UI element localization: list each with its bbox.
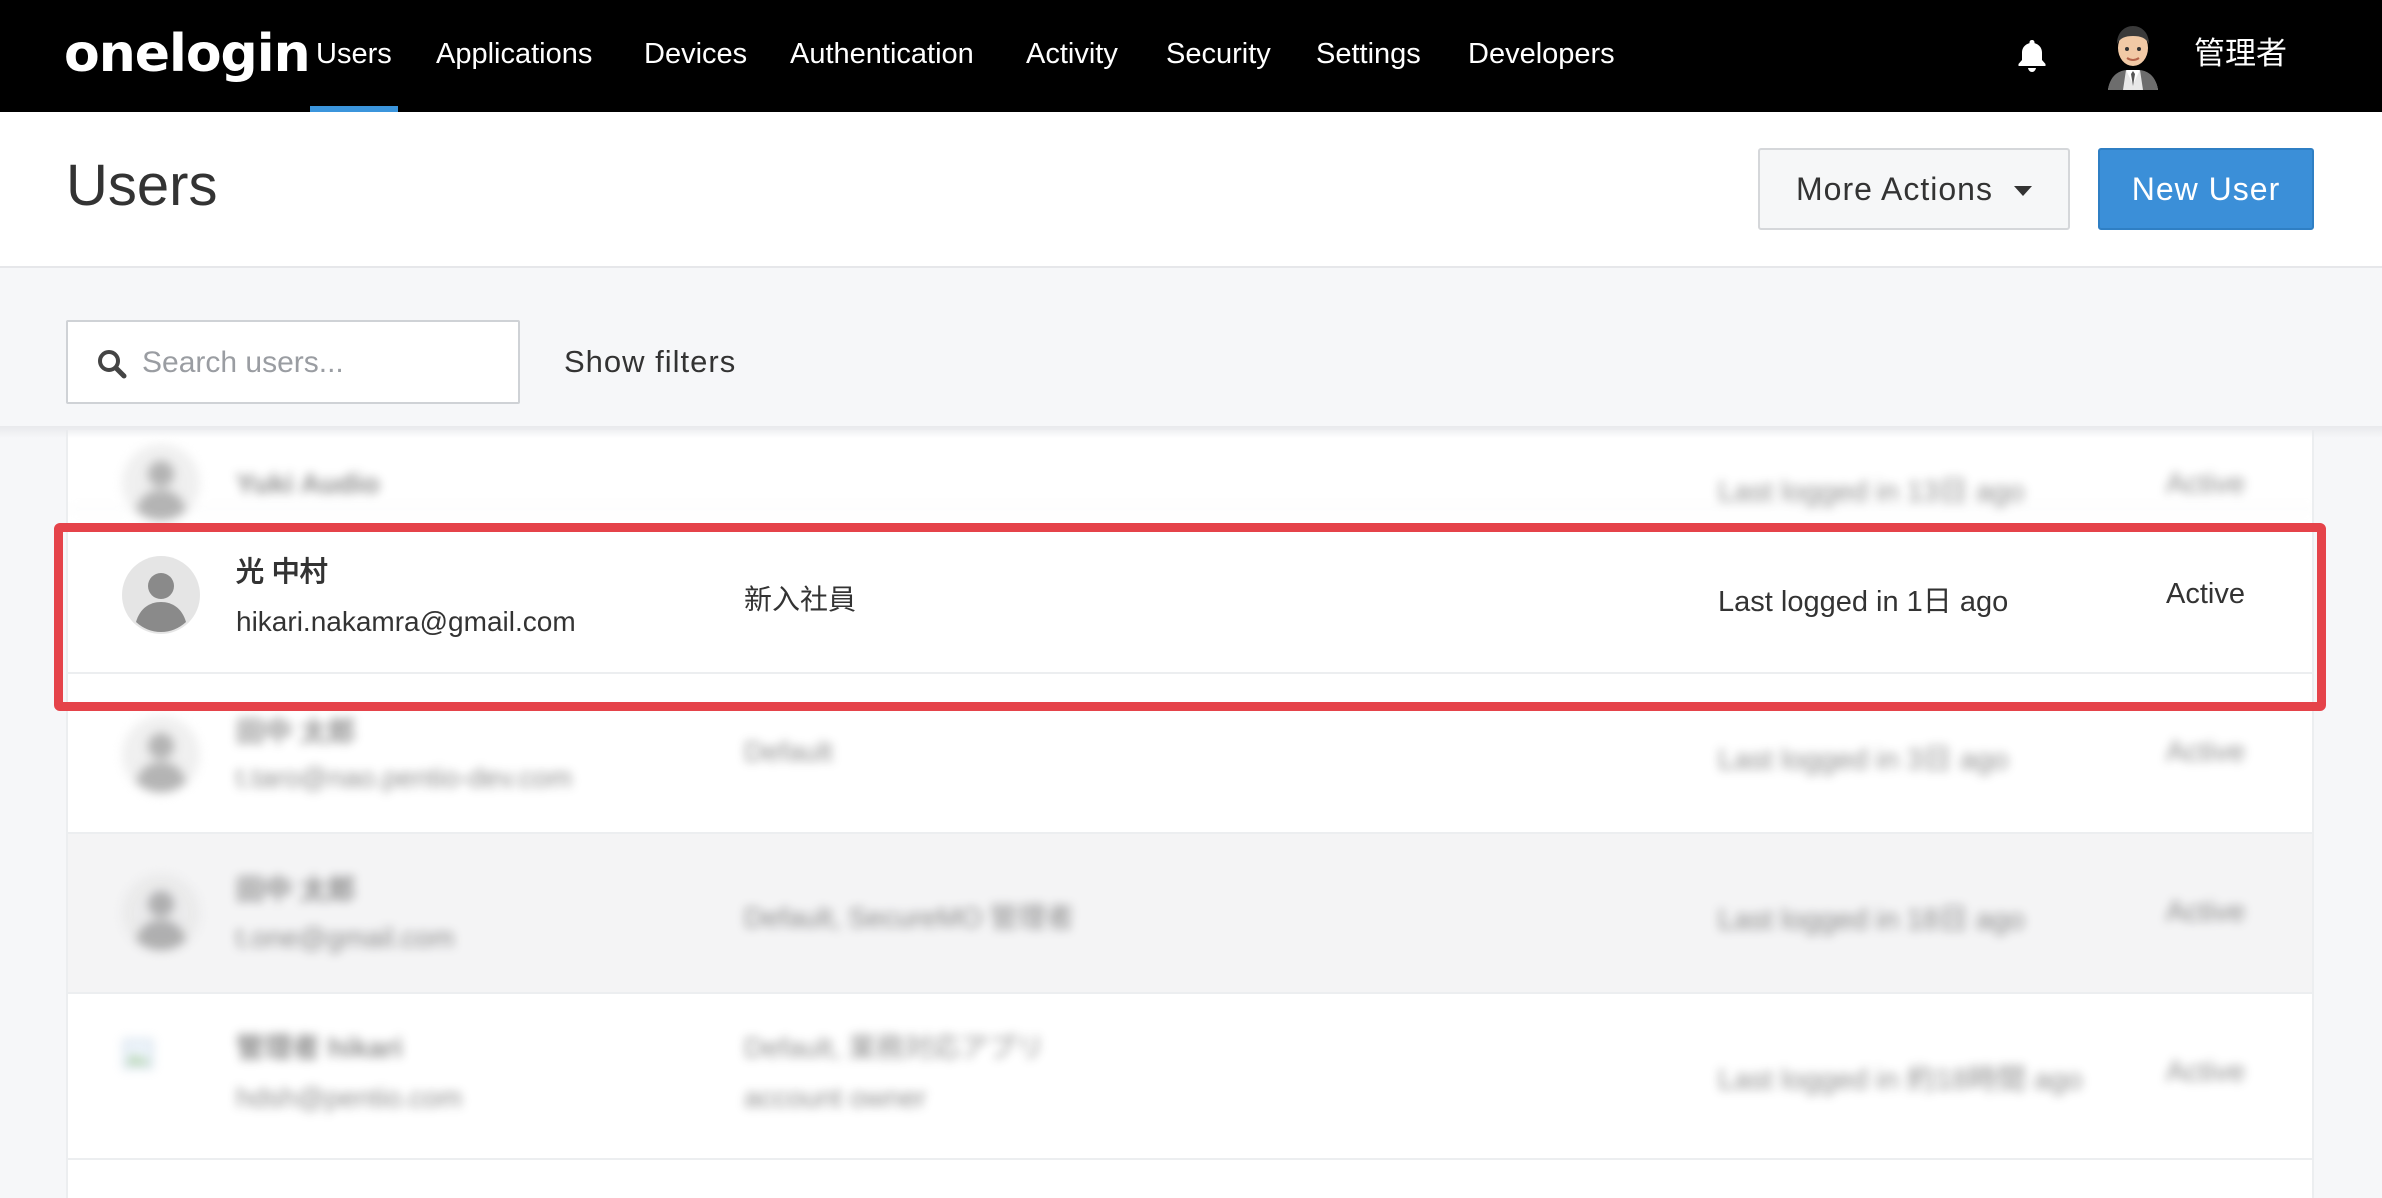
last-login: Last logged in 3日 ago bbox=[1718, 744, 2009, 776]
last-login: Last logged in 18日 ago bbox=[1718, 904, 2025, 936]
new-user-button[interactable]: New User bbox=[2098, 148, 2314, 230]
user-roles-extra: account owner bbox=[744, 1082, 927, 1113]
user-name: 光 中村 bbox=[236, 556, 328, 587]
user-avatar-icon bbox=[122, 716, 200, 794]
user-list: Yuki Audio Last logged in 13日 ago Active… bbox=[66, 430, 2314, 1198]
more-actions-button[interactable]: More Actions bbox=[1758, 148, 2070, 230]
user-name: Yuki Audio bbox=[236, 468, 380, 499]
top-nav: onelogin Users Applications Devices Auth… bbox=[0, 0, 2382, 112]
page-title: Users bbox=[66, 153, 218, 218]
nav-item-authentication[interactable]: Authentication bbox=[790, 0, 974, 112]
user-avatar-icon bbox=[122, 556, 200, 634]
status: Active bbox=[2166, 578, 2245, 610]
admin-name[interactable]: 管理者 bbox=[2194, 0, 2287, 112]
nav-item-applications[interactable]: Applications bbox=[436, 0, 592, 112]
nav-item-security[interactable]: Security bbox=[1166, 0, 1271, 112]
user-roles: 新入社員 bbox=[744, 584, 857, 615]
page-header: Users More Actions New User bbox=[0, 112, 2382, 268]
onelogin-logo[interactable]: onelogin bbox=[64, 24, 311, 84]
nav-item-developers[interactable]: Developers bbox=[1468, 0, 1615, 112]
bell-icon[interactable] bbox=[2016, 38, 2048, 74]
user-roles: Default, 業務対応アプリ bbox=[744, 1032, 1045, 1063]
broken-image-icon bbox=[123, 1039, 153, 1069]
user-avatar-icon bbox=[122, 444, 200, 522]
nav-item-settings[interactable]: Settings bbox=[1316, 0, 1421, 112]
search-box[interactable] bbox=[66, 320, 520, 404]
admin-avatar[interactable] bbox=[2104, 22, 2162, 90]
status: Active bbox=[2166, 896, 2245, 928]
user-email: t.one@gmail.com bbox=[236, 922, 455, 953]
table-row[interactable]: 管理者 hikari hdsh@pentio.com Default, 業務対応… bbox=[68, 994, 2312, 1160]
user-email: hdsh@pentio.com bbox=[236, 1082, 463, 1113]
table-row-highlighted[interactable]: 光 中村 hikari.nakamra@gmail.com 新入社員 Last … bbox=[68, 514, 2312, 674]
last-login: Last logged in 約18時間 ago bbox=[1718, 1064, 2083, 1096]
user-email: t.taro@nao.pentio-dev.com bbox=[236, 762, 573, 793]
nav-item-users[interactable]: Users bbox=[310, 0, 398, 112]
last-login: Last logged in 1日 ago bbox=[1718, 586, 2009, 618]
user-email: hikari.nakamra@gmail.com bbox=[236, 606, 576, 637]
list-top-shadow bbox=[0, 426, 2382, 438]
status: Active bbox=[2166, 736, 2245, 768]
status: Active bbox=[2166, 468, 2245, 500]
more-actions-label: More Actions bbox=[1796, 170, 1993, 207]
nav-item-devices[interactable]: Devices bbox=[644, 0, 747, 112]
show-filters-link[interactable]: Show filters bbox=[564, 320, 736, 404]
table-row[interactable]: 田中 太郎 t.one@gmail.com Default, SecureMO … bbox=[68, 834, 2312, 994]
user-name: 田中 太郎 bbox=[236, 874, 356, 905]
table-row[interactable]: 田中 太郎 t.taro@nao.pentio-dev.com Default … bbox=[68, 674, 2312, 834]
last-login: Last logged in 13日 ago bbox=[1718, 476, 2025, 508]
search-icon bbox=[98, 350, 127, 379]
nav-item-activity[interactable]: Activity bbox=[1026, 0, 1118, 112]
caret-down-icon bbox=[2014, 186, 2032, 196]
user-roles: Default bbox=[744, 736, 833, 767]
user-name: 田中 太郎 bbox=[236, 716, 356, 747]
status: Active bbox=[2166, 1056, 2245, 1088]
table-row[interactable]: Yuki Audio Last logged in 13日 ago Active bbox=[68, 430, 2312, 522]
user-avatar-icon bbox=[122, 874, 200, 952]
user-roles: Default, SecureMO 管理者 bbox=[744, 902, 1074, 933]
search-input[interactable] bbox=[142, 336, 502, 390]
user-name: 管理者 hikari bbox=[236, 1032, 403, 1063]
